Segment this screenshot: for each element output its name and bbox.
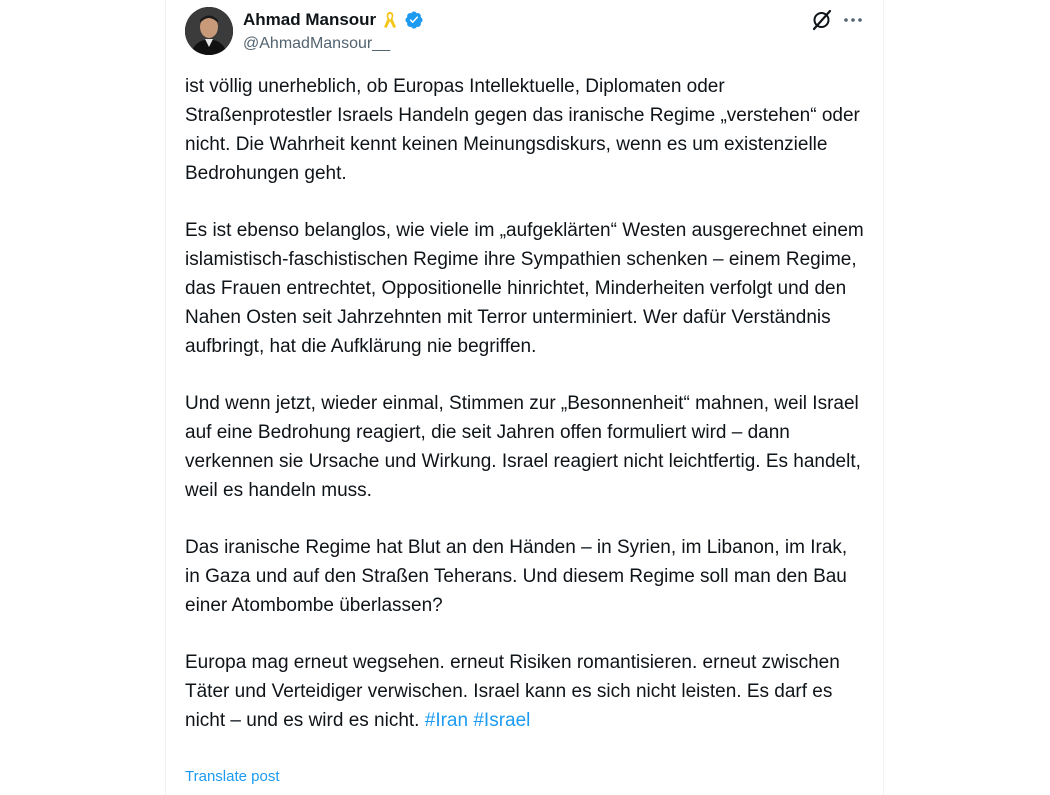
- translate-post-link[interactable]: Translate post: [185, 767, 280, 787]
- author-name[interactable]: Ahmad Mansour: [243, 10, 376, 30]
- author-header: Ahmad Mansour: [243, 9, 424, 31]
- page: Ahmad Mansour @AhmadMansour__ ist völlig…: [0, 0, 1050, 795]
- avatar[interactable]: [185, 7, 233, 55]
- more-icon[interactable]: [841, 8, 865, 32]
- hashtag-iran[interactable]: #Iran: [425, 710, 468, 731]
- avatar-photo: [185, 7, 233, 55]
- yellow-ribbon-icon: [380, 10, 400, 30]
- author-handle[interactable]: @AhmadMansour__: [243, 34, 390, 54]
- hashtag-israel[interactable]: #Israel: [473, 710, 530, 731]
- tweet-paragraph-5: Europa mag erneut wegsehen. erneut Risik…: [185, 648, 865, 735]
- grok-icon[interactable]: [810, 8, 834, 32]
- tweet-paragraph-1: ist völlig unerheblich, ob Europas Intel…: [185, 76, 860, 184]
- tweet-paragraph-4: Das iranische Regime hat Blut an den Hän…: [185, 537, 848, 616]
- verified-badge-icon[interactable]: [404, 10, 424, 30]
- tweet-text: ist völlig unerheblich, ob Europas Intel…: [185, 72, 865, 735]
- tweet-paragraph-2: Es ist ebenso belanglos, wie viele im „a…: [185, 220, 864, 357]
- tweet-paragraph-3: Und wenn jetzt, wieder einmal, Stimmen z…: [185, 393, 861, 501]
